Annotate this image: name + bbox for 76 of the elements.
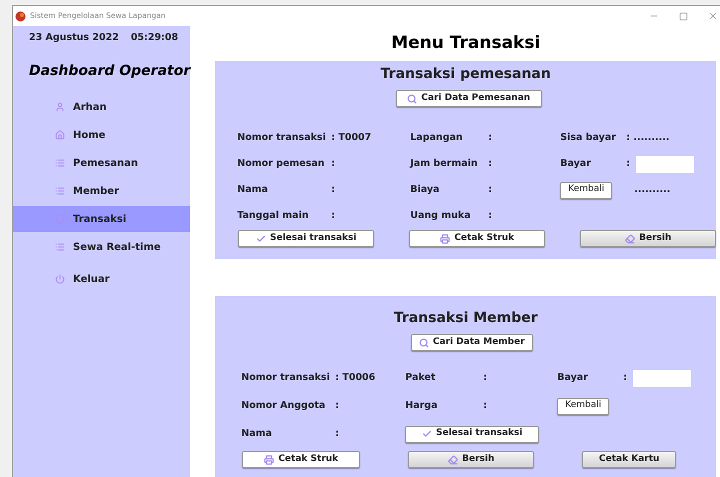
search-button[interactable]: Cari Data Member — [410, 334, 533, 351]
time-text: 05:29:08 — [130, 31, 178, 45]
field-label: Nomor Anggota — [241, 398, 326, 413]
field-value: : — [488, 208, 492, 223]
field-label: Nama — [237, 182, 269, 197]
list-icon — [55, 186, 65, 196]
field-label: Nomor pemesan — [237, 156, 326, 171]
action-button[interactable]: Cetak Kartu — [582, 451, 676, 468]
action-button[interactable]: Bersih — [408, 451, 534, 468]
power-icon — [55, 274, 65, 284]
field-label: Paket — [405, 370, 436, 385]
field-value: : — [483, 398, 488, 413]
field-label: Biaya — [410, 182, 440, 197]
printer-icon — [264, 454, 274, 464]
panel-title: Transaksi pemesanan — [380, 65, 552, 84]
maximize-icon[interactable] — [679, 12, 688, 20]
field-value: : — [626, 156, 632, 171]
field-value: : — [331, 182, 336, 197]
field-label: Nomor transaksi — [237, 130, 327, 145]
page-title: Menu Transaksi — [390, 32, 542, 55]
user-icon — [55, 102, 65, 112]
input-field[interactable] — [636, 156, 694, 172]
panel-title: Transaksi Member — [392, 309, 539, 328]
list-icon — [55, 242, 65, 252]
field-value: : T0006 — [335, 370, 376, 385]
list-icon — [55, 158, 65, 168]
field-label: Lapangan — [410, 130, 464, 145]
eraser-icon — [448, 454, 458, 464]
field-value: : — [483, 370, 488, 385]
field-value: : — [488, 156, 492, 171]
printer-icon — [440, 234, 450, 244]
field-label: Uang muka — [410, 208, 472, 223]
field-label: Bayar — [557, 370, 589, 385]
sidebar-item[interactable]: Home — [13, 122, 190, 148]
field-value: : — [331, 156, 336, 171]
field-label: Nomor transaksi — [241, 370, 331, 385]
close-icon[interactable] — [708, 11, 718, 21]
field-value: : — [623, 370, 628, 385]
sidebar-item[interactable]: Transaksi — [13, 206, 190, 232]
search-icon — [407, 94, 418, 104]
home-icon — [55, 130, 65, 140]
field-label: Sisa bayar — [560, 130, 617, 145]
sidebar-item[interactable]: Arhan — [13, 94, 190, 120]
sidebar-item[interactable]: Sewa Real-time — [13, 234, 190, 260]
sidebar-item[interactable]: Keluar — [13, 266, 190, 292]
field-value: : .......... — [626, 130, 670, 145]
sidebar-heading: Dashboard Operator — [28, 62, 190, 82]
action-button[interactable]: Bersih — [580, 230, 716, 247]
action-button[interactable]: Kembali — [560, 182, 612, 198]
action-button[interactable]: Selesai transaksi — [238, 230, 374, 247]
action-button[interactable]: Kembali — [557, 398, 610, 414]
field-label: Tanggal main — [237, 208, 310, 223]
field-label: Nama — [241, 426, 273, 441]
sidebar-item[interactable]: Pemesanan — [13, 150, 190, 176]
app-icon — [15, 10, 26, 22]
check-icon — [256, 234, 266, 244]
field-value: : — [335, 426, 340, 441]
action-button[interactable]: Cetak Struk — [409, 230, 546, 247]
check-icon — [422, 429, 432, 439]
action-button[interactable]: Selesai transaksi — [405, 426, 540, 442]
date-text: 23 Agustus 2022 — [29, 31, 119, 45]
field-value: : — [488, 182, 492, 197]
field-value: : — [488, 130, 492, 145]
field-value: : T0007 — [331, 130, 372, 145]
search-button[interactable]: Cari Data Pemesanan — [396, 90, 542, 107]
field-value: : — [335, 398, 340, 413]
field-label: Bayar — [560, 156, 592, 171]
field-label: Jam bermain — [410, 156, 479, 171]
search-icon — [418, 338, 429, 348]
field-label: Harga — [405, 398, 439, 413]
sidebar-item[interactable]: Member — [13, 178, 190, 204]
input-field[interactable] — [633, 370, 692, 386]
action-button[interactable]: Cetak Struk — [242, 451, 360, 468]
field-value: : — [331, 208, 336, 223]
eraser-icon — [625, 234, 636, 244]
field-value: .......... — [634, 182, 670, 197]
